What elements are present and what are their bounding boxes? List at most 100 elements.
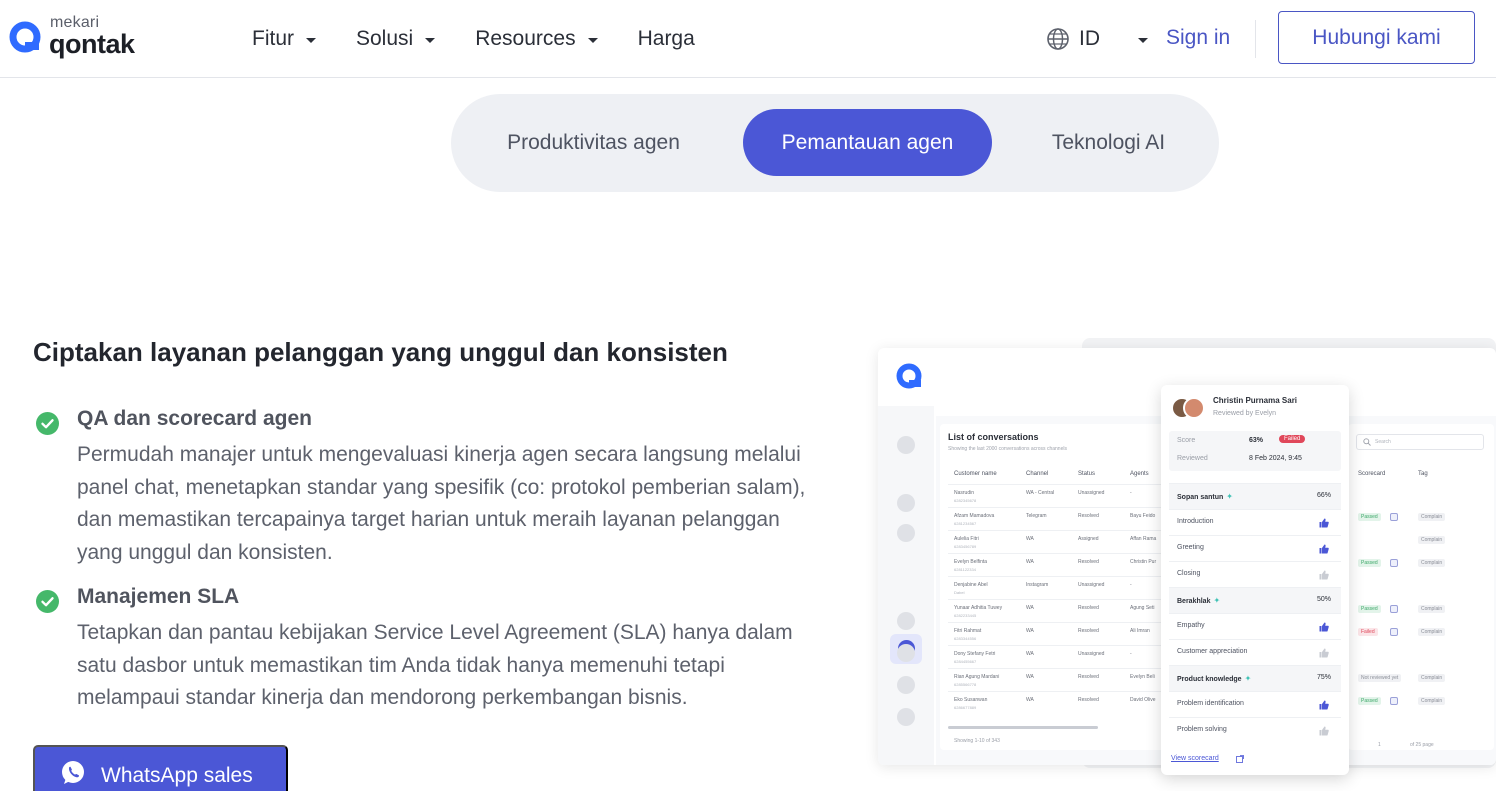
status: Assigned xyxy=(1078,536,1099,542)
scorecard-badge: Passed xyxy=(1358,513,1381,521)
customer-phone: 6284455667 xyxy=(954,659,977,664)
customer-name: Nasrudin xyxy=(954,490,975,496)
agent: Evelyn Beli xyxy=(1130,674,1155,680)
scorecard-column-panel: Search Scorecard Tag Passed Complain Compl… xyxy=(1348,424,1494,750)
item-label-text: Product knowledge xyxy=(1177,676,1242,683)
mekari-qontak-logo[interactable]: mekari qontak xyxy=(8,14,148,62)
customer-phone: Dabel xyxy=(954,590,965,595)
header-divider xyxy=(1255,20,1256,58)
whatsapp-icon xyxy=(62,761,84,784)
tag-badge: Complain xyxy=(1418,628,1446,636)
sidebar-dot xyxy=(897,436,915,454)
item-label-text: Closing xyxy=(1177,570,1201,577)
item-score: 66% xyxy=(1316,492,1331,499)
channel: WA xyxy=(1026,536,1034,542)
sparkle-icon: ✦ xyxy=(1213,596,1221,605)
customer-phone: 6282233445 xyxy=(954,613,977,618)
item-label: Product knowledge ✦ xyxy=(1177,674,1251,683)
thumbs-up-icon[interactable] xyxy=(1319,544,1329,554)
hubungi-kami-button[interactable]: Hubungi kami xyxy=(1278,11,1475,64)
thumbs-down-icon[interactable] xyxy=(1319,648,1329,658)
reviewed-by: Reviewed by Evelyn xyxy=(1213,410,1277,417)
customer-name: Fitri Rahmat xyxy=(954,628,982,634)
score-summary: Score 63% Failed Reviewed 8 Feb 2024, 9:… xyxy=(1169,431,1341,471)
site-header: mekari qontak Fitur Solusi Resources Har… xyxy=(0,0,1496,78)
agent-name: Christin Purnama Sari xyxy=(1213,396,1298,405)
thumbs-down-icon[interactable] xyxy=(1319,570,1329,580)
nav-fitur-label: Fitur xyxy=(252,27,294,50)
nav-harga[interactable]: Harga xyxy=(638,24,695,54)
item-score: 50% xyxy=(1316,596,1331,603)
customer-name: Dony Stefany Fetri xyxy=(954,651,996,657)
item-label-text: Greeting xyxy=(1177,544,1204,551)
pager-current[interactable]: 1 xyxy=(1378,742,1381,748)
chevron-down-icon xyxy=(306,37,316,43)
logo-qontak-text: qontak xyxy=(49,29,135,59)
scorecard-icon[interactable] xyxy=(1390,628,1398,636)
agent: Christin Pur xyxy=(1130,559,1157,565)
qontak-logo-icon xyxy=(896,363,922,389)
column-header: Status xyxy=(1078,471,1096,477)
scorecard-icon[interactable] xyxy=(1390,513,1398,521)
item-label-text: Problem identification xyxy=(1177,700,1244,707)
mockup-sidebar xyxy=(878,406,934,765)
sidebar-dot xyxy=(897,676,915,694)
thumbs-up-icon[interactable] xyxy=(1319,700,1329,710)
scorecard-section: Sopan santun ✦ 66% xyxy=(1169,483,1341,509)
scorecard-section: Product knowledge ✦ 75% xyxy=(1169,665,1341,691)
feature-title: QA dan scorecard agen xyxy=(77,407,312,430)
nav-harga-label: Harga xyxy=(637,27,695,50)
feature-description: Tetapkan dan pantau kebijakan Service Le… xyxy=(77,621,793,709)
nav-solusi-label: Solusi xyxy=(356,27,414,50)
thumbs-up-icon[interactable] xyxy=(1319,622,1329,632)
tag-badge: Complain xyxy=(1418,605,1446,613)
tab-produktivitas-agen[interactable]: Produktivitas agen xyxy=(471,109,716,176)
list-subtitle: Showing the last 2000 conversations acro… xyxy=(948,446,1067,452)
customer-phone: 6281122334 xyxy=(954,567,976,572)
globe-icon xyxy=(1047,28,1069,50)
scorecard-icon[interactable] xyxy=(1390,697,1398,705)
external-link-icon xyxy=(1236,755,1244,763)
avatar xyxy=(1183,397,1205,419)
list-footer: Showing 1-10 of 343 xyxy=(954,738,1000,744)
language-label: ID xyxy=(1079,27,1100,50)
view-scorecard-link[interactable]: View scorecard xyxy=(1171,755,1219,762)
tab-teknologi-ai[interactable]: Teknologi AI xyxy=(1017,109,1200,176)
scorecard-badge: Passed xyxy=(1358,605,1381,613)
scorecard-item: Introduction xyxy=(1169,509,1341,535)
scorecard-badge: Passed xyxy=(1358,697,1381,705)
column-header: Tag xyxy=(1418,471,1428,477)
channel: WA xyxy=(1026,628,1034,634)
agent: - xyxy=(1130,582,1132,588)
score-value: 63% xyxy=(1249,437,1264,444)
status: Resolved xyxy=(1078,697,1099,703)
search-input[interactable]: Search xyxy=(1356,434,1484,450)
tab-pemantauan-agen[interactable]: Pemantauan agen xyxy=(743,109,992,176)
language-selector[interactable]: ID xyxy=(1046,24,1148,54)
nav-fitur[interactable]: Fitur xyxy=(252,24,316,54)
nav-resources[interactable]: Resources xyxy=(475,24,598,54)
column-header: Customer name xyxy=(954,471,997,477)
item-label-text: Sopan santun xyxy=(1177,494,1224,501)
sidebar-dot xyxy=(897,644,915,662)
sign-in-link[interactable]: Sign in xyxy=(1166,24,1230,54)
sidebar-dot xyxy=(897,708,915,726)
agent: Ali Imran xyxy=(1130,628,1150,634)
whatsapp-sales-button[interactable]: WhatsApp sales xyxy=(33,745,288,791)
scorecard-icon[interactable] xyxy=(1390,559,1398,567)
channel: WA - Central xyxy=(1026,490,1055,496)
nav-solusi[interactable]: Solusi xyxy=(356,24,436,54)
customer-phone: 6283456789 xyxy=(954,544,977,549)
status: Resolved xyxy=(1078,628,1099,634)
thumbs-up-icon[interactable] xyxy=(1319,518,1329,528)
feature-description: Permudah manajer untuk mengevaluasi kine… xyxy=(77,443,806,564)
customer-name: Rian Agung Mardani xyxy=(954,674,1000,680)
channel: WA xyxy=(1026,674,1034,680)
scorecard-icon[interactable] xyxy=(1390,605,1398,613)
sidebar-dot xyxy=(897,494,915,512)
reviewed-label: Reviewed xyxy=(1177,455,1208,462)
status: Resolved xyxy=(1078,559,1099,565)
thumbs-down-icon[interactable] xyxy=(1319,726,1329,736)
status: Unassigned xyxy=(1078,582,1105,588)
horizontal-scrollbar[interactable] xyxy=(948,726,1098,729)
